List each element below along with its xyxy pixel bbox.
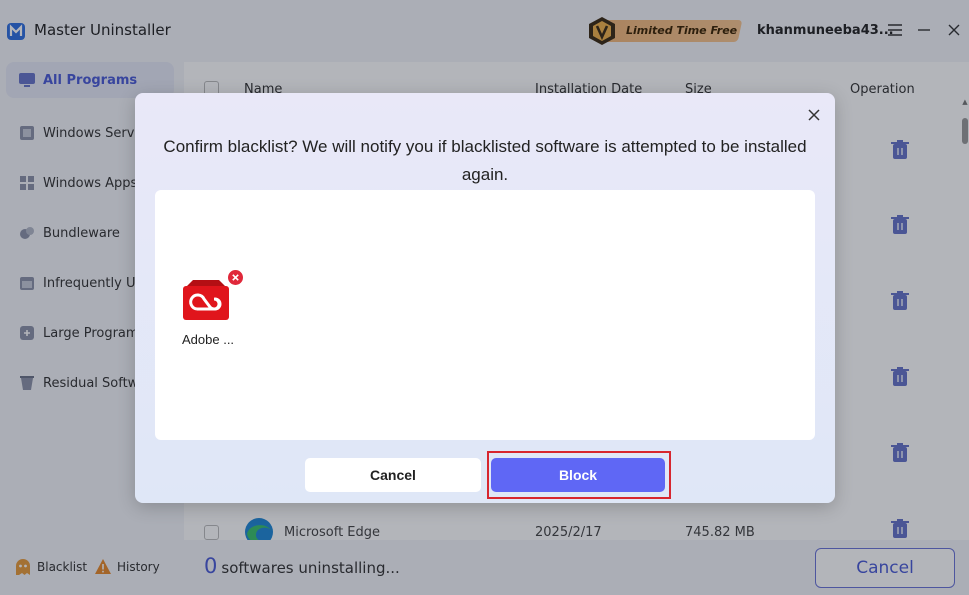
app-tile[interactable]: Adobe ... xyxy=(182,270,253,350)
adobe-creative-cloud-icon xyxy=(183,280,229,320)
dialog-title: Confirm blacklist? We will notify you if… xyxy=(163,137,807,184)
blacklist-app-panel: Adobe ... xyxy=(155,190,815,440)
blacklist-confirm-dialog: Confirm blacklist? We will notify you if… xyxy=(135,93,835,503)
block-button[interactable]: Block xyxy=(491,458,665,492)
close-icon[interactable] xyxy=(805,106,823,124)
app-tile-name: Adobe ... xyxy=(182,332,235,347)
dialog-cancel-button[interactable]: Cancel xyxy=(305,458,481,492)
remove-circle-icon[interactable] xyxy=(228,270,243,285)
